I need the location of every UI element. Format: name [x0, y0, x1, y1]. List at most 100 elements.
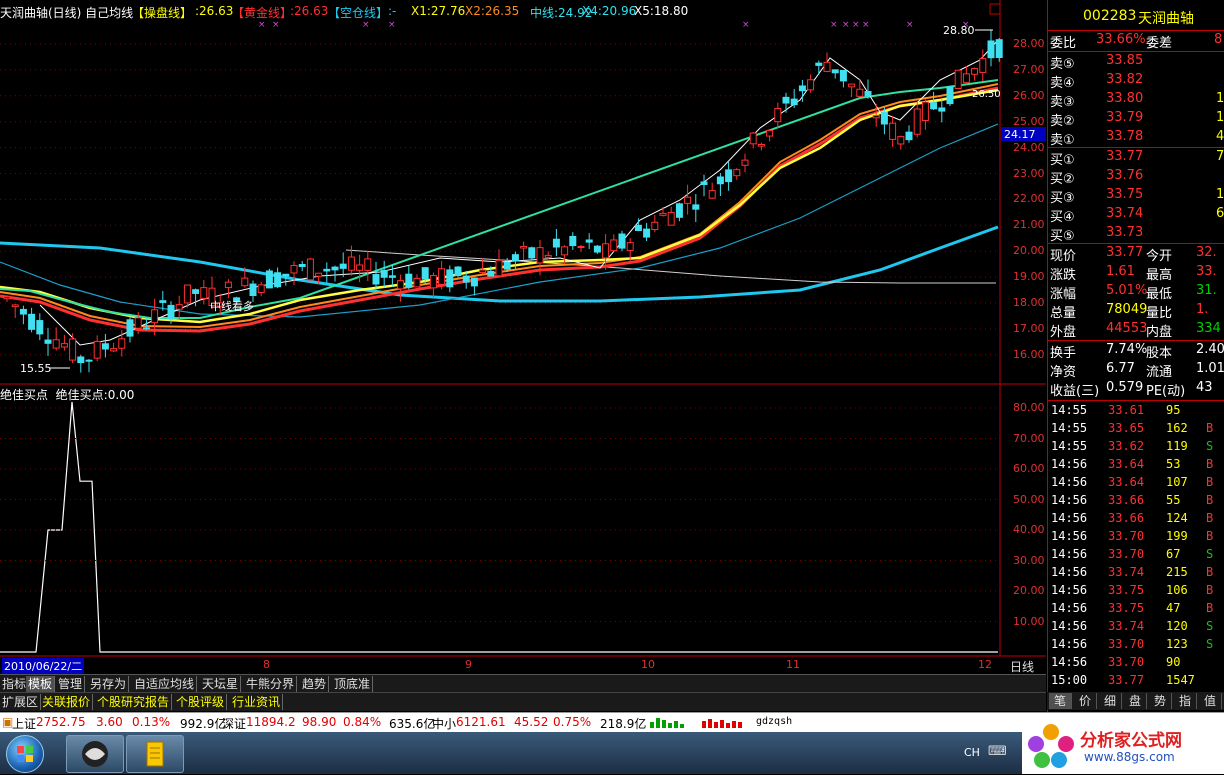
quote-row: 涨幅 5.01% 最低 31. — [1048, 283, 1224, 302]
taskbar-app-button[interactable] — [66, 735, 124, 773]
tick-side: B — [1206, 493, 1214, 507]
stock-name: 天润曲轴 — [1138, 11, 1194, 27]
chart-area[interactable]: × × × × × × × × × × × 15.55 28.80 中线看多 26.50 24.17… — [0, 0, 1046, 674]
detail-tab[interactable]: 细 — [1099, 693, 1122, 709]
tick-time: 14:56 — [1051, 547, 1088, 561]
tick-volume: 47 — [1166, 601, 1181, 615]
candle-body — [700, 181, 708, 185]
tick-side: B — [1206, 475, 1214, 489]
candle-body — [356, 264, 364, 271]
tab-bull-bear[interactable]: 牛熊分界 — [244, 676, 298, 692]
sh-name[interactable]: 上证 — [12, 715, 36, 732]
candle-body — [347, 256, 355, 271]
candle-body — [741, 159, 749, 166]
tick-price: 33.77 — [1108, 673, 1145, 687]
start-button[interactable] — [6, 735, 44, 773]
month-label: 11 — [786, 658, 800, 671]
quote-label: 最高 — [1146, 268, 1173, 283]
candle-body — [364, 258, 372, 271]
detail-tab[interactable]: 指 — [1174, 693, 1197, 709]
candle-body — [495, 259, 503, 277]
candle-body — [511, 254, 519, 262]
candle-body — [905, 131, 913, 141]
candle-body — [60, 343, 68, 348]
indicator-tick-label: 20.00 — [1013, 584, 1045, 597]
tick-price: 33.66 — [1108, 493, 1145, 507]
watermark-text: 分析家公式网 — [1080, 731, 1182, 751]
quote-label: 总量 — [1050, 306, 1077, 321]
sh-change: 3.60 — [96, 715, 123, 729]
tab-template[interactable]: 模板 — [26, 676, 56, 692]
tab-manage[interactable]: 管理 — [56, 676, 86, 692]
candle-body — [593, 245, 601, 253]
candle-body — [388, 275, 396, 278]
candle-body — [757, 144, 765, 147]
quote-value: 334 — [1196, 321, 1221, 336]
quote-value: 33. — [1196, 264, 1217, 279]
ask-level-label: 卖① — [1050, 133, 1075, 148]
detail-tab[interactable]: 笔 — [1049, 693, 1072, 709]
quote-label: 涨跌 — [1050, 268, 1077, 283]
candle-body — [962, 73, 970, 84]
candle-body — [602, 243, 610, 259]
candle-body — [880, 111, 888, 125]
sz-name[interactable]: 深证 — [222, 715, 246, 732]
tab-save-as[interactable]: 另存为 — [88, 676, 130, 692]
tab-related-quote[interactable]: 关联报价 — [40, 694, 94, 710]
candle-body — [954, 69, 962, 90]
tab-adaptive-ma[interactable]: 自适应均线 — [132, 676, 198, 692]
tick-row: 14:56 33.70 199 B — [1048, 529, 1224, 547]
tab-tiantan[interactable]: 天坛星 — [200, 676, 242, 692]
chart-corner-box[interactable] — [989, 3, 1001, 15]
kline-chart[interactable]: × × × × × × × × × × × 15.55 28.80 中线看多 26.50 24.17 — [0, 0, 1046, 674]
low-annotation: 15.55 — [20, 362, 52, 375]
detail-tab[interactable]: 盘 — [1124, 693, 1147, 709]
candle-body — [167, 304, 175, 320]
ask-volume: 4 — [1216, 129, 1224, 144]
tick-side: S — [1206, 547, 1214, 561]
tab-extension[interactable]: 扩展区 — [0, 694, 42, 710]
candle-body — [429, 275, 437, 289]
bid-row: 买④ 33.74 6 — [1048, 206, 1224, 225]
zx-name[interactable]: 中小 — [432, 715, 456, 732]
period-label[interactable]: 日线 — [1010, 658, 1034, 675]
detail-tab[interactable]: 价 — [1074, 693, 1097, 709]
keyboard-icon[interactable]: ⌨ — [988, 744, 1007, 759]
candle-body — [921, 101, 929, 121]
tab-research-report[interactable]: 个股研究报告 — [95, 694, 173, 710]
tab-industry-news[interactable]: 行业资讯 — [230, 694, 284, 710]
tick-price: 33.66 — [1108, 511, 1145, 525]
tab-top-bottom[interactable]: 顶底准 — [332, 676, 374, 692]
candle-body — [987, 40, 995, 59]
quote-panel: 002283 天润曲轴 委比 33.66% 委差 8 卖⑤ 33.85 卖④ 33.8… — [1047, 0, 1224, 712]
tick-time: 14:55 — [1051, 421, 1088, 435]
tick-volume: 119 — [1166, 439, 1188, 453]
stat-value: 43 — [1196, 380, 1213, 395]
price-tick-label: 25.00 — [1013, 114, 1045, 128]
tick-row: 14:55 33.62 119 S — [1048, 439, 1224, 457]
detail-tab[interactable]: 势 — [1149, 693, 1172, 709]
tick-price: 33.61 — [1108, 403, 1145, 417]
tick-row: 14:56 33.70 123 S — [1048, 637, 1224, 655]
ime-indicator[interactable]: CH — [964, 746, 980, 759]
x1-value: X1:27.76 — [411, 4, 466, 18]
tab-rating[interactable]: 个股评级 — [174, 694, 228, 710]
candle-body — [69, 338, 77, 361]
tick-volume: 90 — [1166, 655, 1181, 669]
signal-mark: × — [742, 20, 750, 30]
candle-body — [610, 239, 618, 252]
taskbar-app-button[interactable] — [126, 735, 184, 773]
candle-body — [815, 62, 823, 66]
ask-level-label: 卖② — [1050, 114, 1075, 129]
watermark-logo: 分析家公式网 www.88gs.com — [1022, 716, 1224, 774]
tab-trend[interactable]: 趋势 — [300, 676, 330, 692]
tick-side: S — [1206, 637, 1214, 651]
tick-time: 14:56 — [1051, 655, 1088, 669]
detail-tab[interactable]: 值 — [1199, 693, 1222, 709]
tab-indicator[interactable]: 指标 — [0, 676, 30, 692]
candle-body — [479, 269, 487, 274]
candle-body — [11, 304, 19, 308]
code-input[interactable]: gdzqsh — [756, 716, 792, 727]
candle-body — [110, 348, 118, 352]
candle-body — [36, 320, 44, 335]
